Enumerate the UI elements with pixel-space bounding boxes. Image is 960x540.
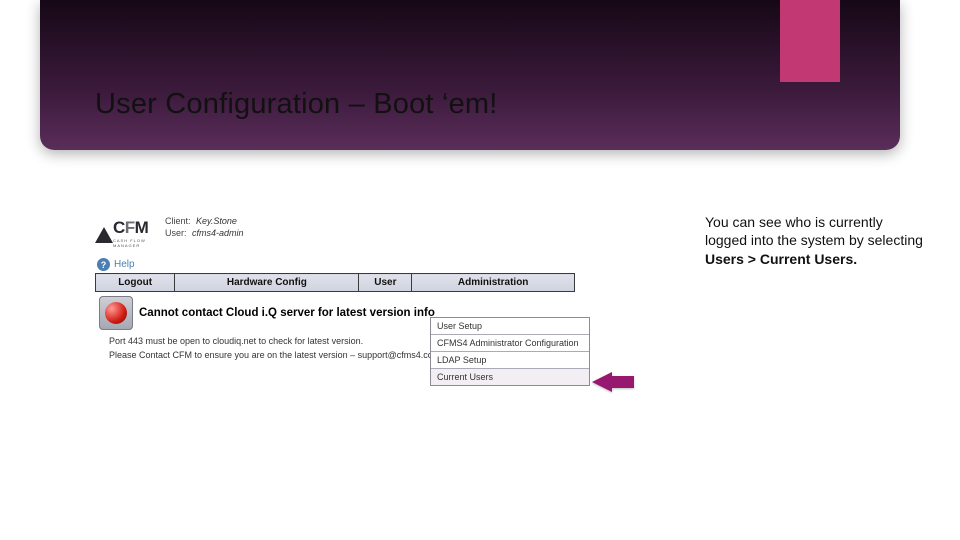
accent-tab [780,0,840,82]
caption-bold: Users > Current Users. [705,251,857,267]
help-icon: ? [97,258,110,271]
slide-title: User Configuration – Boot ‘em! [95,88,498,121]
caption: You can see who is currently logged into… [705,213,925,268]
help-link[interactable]: ? Help [97,258,605,271]
user-value: cfms4-admin [192,228,244,238]
dropdown-current-users[interactable]: Current Users [431,369,589,385]
dropdown-admin-config[interactable]: CFMS4 Administrator Configuration [431,335,589,352]
caption-text: You can see who is currently logged into… [705,214,923,248]
client-label: Client: [165,216,191,226]
nav-user[interactable]: User [359,274,412,292]
app-screenshot: CFM CASH FLOW MANAGER Client: Key.Stone … [95,214,605,439]
power-icon [99,296,133,330]
user-dropdown: User Setup CFMS4 Administrator Configura… [430,317,590,386]
dropdown-user-setup[interactable]: User Setup [431,318,589,335]
pointer-arrow-icon [592,372,612,392]
dropdown-ldap-setup[interactable]: LDAP Setup [431,352,589,369]
slide-header-band [40,0,900,150]
cfm-logo: CFM CASH FLOW MANAGER [95,214,159,252]
topnav: Logout Hardware Config User Administrati… [95,273,575,292]
nav-logout[interactable]: Logout [96,274,175,292]
nav-administration[interactable]: Administration [412,274,575,292]
status-main: Cannot contact Cloud i.Q server for late… [139,307,435,319]
client-value: Key.Stone [196,216,237,226]
user-label: User: [165,228,187,238]
nav-hardware-config[interactable]: Hardware Config [175,274,359,292]
help-label: Help [114,259,135,270]
